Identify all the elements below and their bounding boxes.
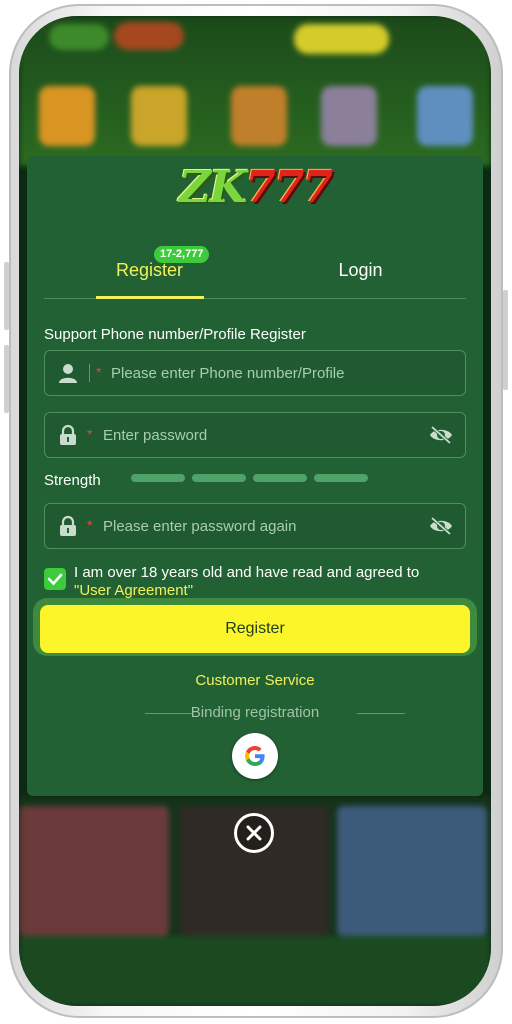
strength-label: Strength	[44, 472, 101, 489]
phone-input[interactable]	[111, 351, 451, 395]
close-icon	[246, 825, 262, 841]
check-icon	[47, 573, 63, 586]
lock-icon	[60, 424, 76, 445]
agreement-label: I am over 18 years old and have read and…	[74, 564, 420, 581]
register-button[interactable]: Register	[40, 605, 470, 653]
lock-icon	[60, 515, 76, 536]
password-field: *	[44, 412, 466, 458]
tab-register-label: Register	[115, 260, 184, 280]
logo-text-777: 777	[245, 162, 333, 213]
strength-bar-4	[314, 474, 368, 482]
customer-service-link[interactable]: Customer Service	[27, 672, 483, 689]
screen: ZK777 Register 17-2,777 Login Support Ph…	[19, 16, 491, 1006]
tab-login-label: Login	[338, 260, 383, 280]
side-button-left-2	[4, 345, 9, 413]
logo: ZK777	[27, 162, 483, 214]
confirm-password-field: *	[44, 503, 466, 549]
tab-login[interactable]: Login	[255, 242, 466, 298]
phone-field: *	[44, 350, 466, 396]
register-dialog: ZK777 Register 17-2,777 Login Support Ph…	[27, 156, 483, 796]
side-button-right	[503, 290, 508, 390]
support-label: Support Phone number/Profile Register	[44, 326, 306, 343]
google-icon	[245, 746, 265, 766]
strength-bar-2	[192, 474, 246, 482]
strength-bar-3	[253, 474, 307, 482]
eye-off-icon[interactable]	[429, 425, 453, 445]
logo-text-zk: ZK	[178, 162, 247, 213]
bonus-badge: 17-2,777	[154, 246, 210, 263]
strength-bar-1	[131, 474, 185, 482]
google-login-button[interactable]	[232, 733, 278, 779]
password-input[interactable]	[103, 413, 423, 457]
binding-registration-label: Binding registration	[190, 704, 320, 721]
auth-tabs: Register 17-2,777 Login	[44, 242, 466, 299]
agreement-text: I am over 18 years old and have read and…	[74, 564, 474, 600]
user-icon	[59, 364, 77, 383]
confirm-password-input[interactable]	[103, 504, 423, 548]
agreement-checkbox[interactable]	[44, 568, 66, 590]
background-game-header	[19, 16, 491, 166]
side-button-left-1	[4, 262, 9, 330]
tab-register[interactable]: Register 17-2,777	[44, 242, 255, 298]
required-mark: *	[96, 364, 102, 380]
eye-off-icon[interactable]	[429, 516, 453, 536]
required-mark: *	[87, 517, 93, 533]
divider-right	[357, 713, 405, 714]
close-button[interactable]	[234, 813, 274, 853]
user-agreement-link[interactable]: "User Agreement"	[74, 582, 193, 599]
required-mark: *	[87, 426, 93, 442]
active-tab-indicator	[96, 296, 204, 299]
